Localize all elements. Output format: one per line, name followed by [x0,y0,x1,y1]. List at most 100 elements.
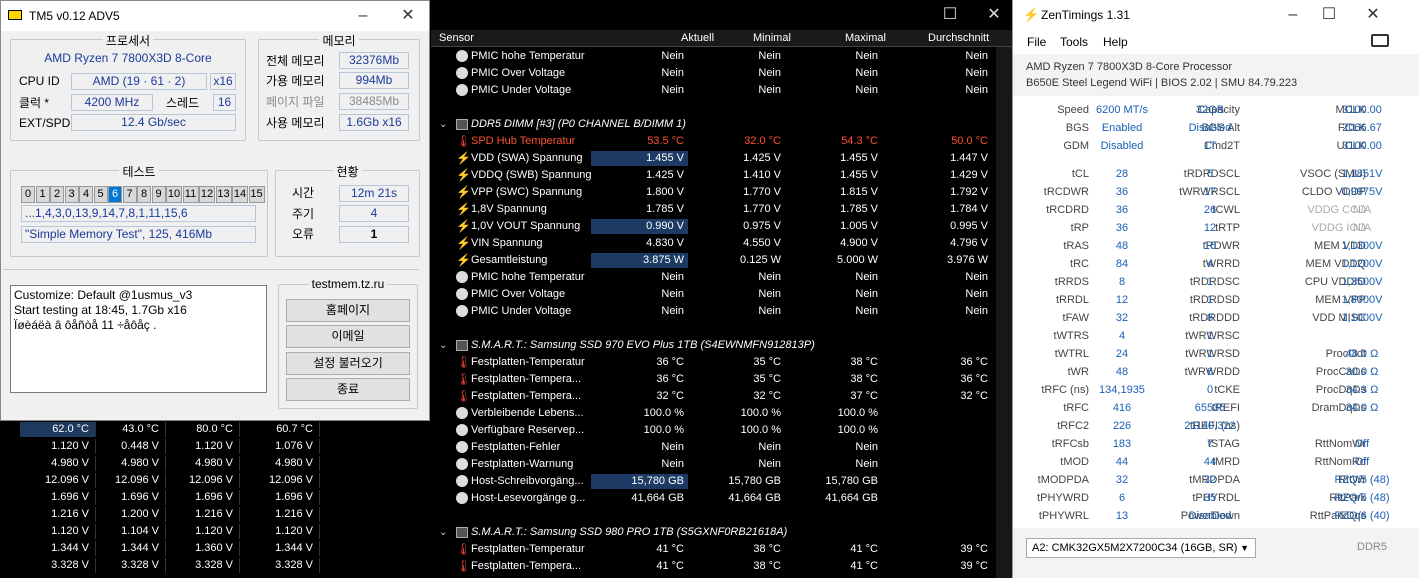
sensor-row[interactable]: ⚡ 1,8V Spannung 1.785 V 1.770 V 1.785 V 1.784… [431,201,996,218]
sensor-value: 1.429 V [950,169,988,181]
test-label: 테스트 [119,165,159,179]
bg-value: 3.328 V [244,558,320,573]
sensor-value: 4.550 V [743,237,781,249]
sensor-value: 41 °C [656,543,684,555]
test-cell: 9 [151,186,166,203]
sensor-row[interactable]: Festplatten-Fehler Nein Nein Nein [431,439,996,456]
sensor-value: Nein [855,441,878,453]
sensor-row[interactable]: ⚡ VIN Spannung 4.830 V 4.550 V 4.900 V 4.796 … [431,235,996,252]
maximize-icon[interactable]: ☐ [1319,6,1339,24]
exit-button[interactable]: 종료 [286,378,410,401]
status-icon [456,458,468,470]
time-field: 12m 21s [339,185,409,202]
collapse-icon[interactable]: ⌄ [439,525,447,540]
sensor-row[interactable]: ⚡ VDDQ (SWB) Spannung 1.425 V 1.410 V 1.455 … [431,167,996,184]
chevron-down-icon: ▼ [1240,543,1249,553]
column-min[interactable]: Minimal [753,31,791,46]
menu-file[interactable]: File [1027,35,1046,49]
close-icon[interactable]: ✕ [984,6,1004,24]
maximize-icon[interactable]: ☐ [940,6,960,24]
collapse-icon[interactable]: ⌄ [439,117,447,132]
column-average[interactable]: Durchschnitt [928,31,989,46]
timing-value: Disabled [1188,122,1232,134]
sensor-value: Nein [661,84,684,96]
sensor-row[interactable]: ⚡ VDD (SWA) Spannung 1.455 V 1.425 V 1.455 V… [431,150,996,167]
sensor-value: Nein [758,305,781,317]
sensor-value: 41,664 GB [728,492,781,504]
cpu-name: AMD Ryzen 7 7800X3D 8-Core [44,51,212,65]
divider [3,269,419,270]
sensor-row[interactable]: ⚡ Gesamtleistung 3.875 W 0.125 W 5.000 W 3.97… [431,252,996,269]
bg-value: 80.0 °C [170,422,240,437]
status-icon [456,50,468,62]
log-line: Ïøèáëà â ôåñòå 11 ÷åôåç . [14,318,157,332]
menu-help[interactable]: Help [1103,35,1128,49]
sensor-row[interactable]: Verfügbare Reservep... 100.0 % 100.0 % 100.… [431,422,996,439]
bg-value: 4.980 V [96,456,166,471]
sensor-row[interactable]: Host-Schreibvorgäng... 15,780 GB 15,780 GB… [431,473,996,490]
sensor-row[interactable]: PMIC Under Voltage Nein Nein Nein Nein [431,303,996,320]
timing-value: 65535 [1194,402,1226,414]
bg-value: 12.096 V [170,473,240,488]
sensor-value: Nein [661,441,684,453]
sensor-row[interactable]: 🌡 Festplatten-Tempera... 32 °C 32 °C 37 °C 32… [431,388,996,405]
sensor-group[interactable]: ⌄ DDR5 DIMM [#3] (P0 CHANNEL B/DIMM 1) [431,116,996,133]
sensor-value: 1.447 V [950,152,988,164]
sensor-row[interactable]: 🌡 Festplatten-Tempera... 36 °C 35 °C 38 °C 36… [431,371,996,388]
timing-value: 34.3 Ω [1345,384,1379,396]
sensor-row[interactable]: PMIC hohe Temperatur Nein Nein Nein Nein [431,48,996,65]
sensor-value: 1.425 V [743,152,781,164]
sensor-row[interactable]: PMIC Under Voltage Nein Nein Nein Nein [431,82,996,99]
sensor-group[interactable]: ⌄ S.M.A.R.T.: Samsung SSD 970 EVO Plus 1T… [431,337,996,354]
timing-value: 32GB [1195,104,1225,116]
sensor-row[interactable]: PMIC Over Voltage Nein Nein Nein Nein [431,65,996,82]
test-cell: 12 [199,186,215,203]
sensor-value: 39 °C [960,543,988,555]
sensor-row[interactable]: ⚡ 1,0V VOUT Spannung 0.990 V 0.975 V 1.005 V… [431,218,996,235]
test-log[interactable]: Customize: Default @1usmus_v3 Start testi… [10,285,267,393]
sensor-row[interactable]: Verbleibende Lebens... 100.0 % 100.0 % 100.… [431,405,996,422]
sensor-value: Nein [855,458,878,470]
sensor-group[interactable]: ⌄ S.M.A.R.T.: Samsung SSD 980 PRO 1TB (S5… [431,524,996,541]
close-icon[interactable]: ✕ [398,7,418,25]
camera-icon[interactable] [1371,34,1389,47]
mem-type-label: DDR5 [1357,541,1387,553]
column-max[interactable]: Maximal [845,31,886,46]
sensor-row[interactable]: PMIC Over Voltage Nein Nein Nein Nein [431,286,996,303]
minimize-icon[interactable]: – [353,7,373,25]
scrollbar[interactable] [996,47,1012,578]
timing-label: tRP [1070,222,1089,234]
close-icon[interactable]: ✕ [1363,6,1383,24]
sensor-row[interactable]: Host-Lesevorgänge g... 41,664 GB 41,664 GB… [431,490,996,507]
timing-label: tFAW [1062,312,1089,324]
column-sensor[interactable]: Sensor [439,31,474,46]
minimize-icon[interactable]: – [1283,6,1303,24]
sensor-value: 1.455 V [591,151,688,166]
sensor-row[interactable]: ⚡ VPP (SWC) Spannung 1.800 V 1.770 V 1.815 V… [431,184,996,201]
timing-label: GDM [1063,140,1089,152]
sensor-value: 100.0 % [740,407,781,419]
sensor-row[interactable]: 🌡 Festplatten-Tempera... 41 °C 38 °C 41 °C 39… [431,558,996,575]
dimm-select[interactable]: A2: CMK32GX5M2X7200C34 (16GB, SR) ▼ [1026,538,1256,558]
sensor-group-title: S.M.A.R.T.: Samsung SSD 970 EVO Plus 1TB… [471,339,815,351]
bg-value: 4.980 V [170,456,240,471]
chip-icon [456,340,468,351]
test-cell: 10 [166,186,182,203]
sensor-value: 0.125 W [740,254,781,266]
sensor-row[interactable]: Festplatten-Warnung Nein Nein Nein [431,456,996,473]
collapse-icon[interactable]: ⌄ [439,338,447,353]
email-button[interactable]: 이메일 [286,325,410,348]
sensor-value: Nein [965,50,988,62]
bg-value: 12.096 V [96,473,166,488]
sensor-row[interactable]: 🌡 SPD Hub Temperatur 53.5 °C 32.0 °C 54.3 °C… [431,133,996,150]
sensor-row[interactable]: 🌡 Festplatten-Temperatur 36 °C 35 °C 38 °C 36… [431,354,996,371]
sensor-row[interactable]: 🌡 Festplatten-Temperatur 41 °C 38 °C 41 °C 39… [431,541,996,558]
homepage-button[interactable]: 홈페이지 [286,299,410,322]
sensor-row[interactable]: PMIC hohe Temperatur Nein Nein Nein Nein [431,269,996,286]
load-config-button[interactable]: 설정 불러오기 [286,352,410,375]
column-current[interactable]: Aktuell [681,31,714,46]
timing-value: RZQ/5 (48) [1334,492,1390,504]
menu-tools[interactable]: Tools [1060,35,1088,49]
sensor-value: 1.425 V [646,169,684,181]
timing-value: 1,8000V [1341,294,1383,306]
